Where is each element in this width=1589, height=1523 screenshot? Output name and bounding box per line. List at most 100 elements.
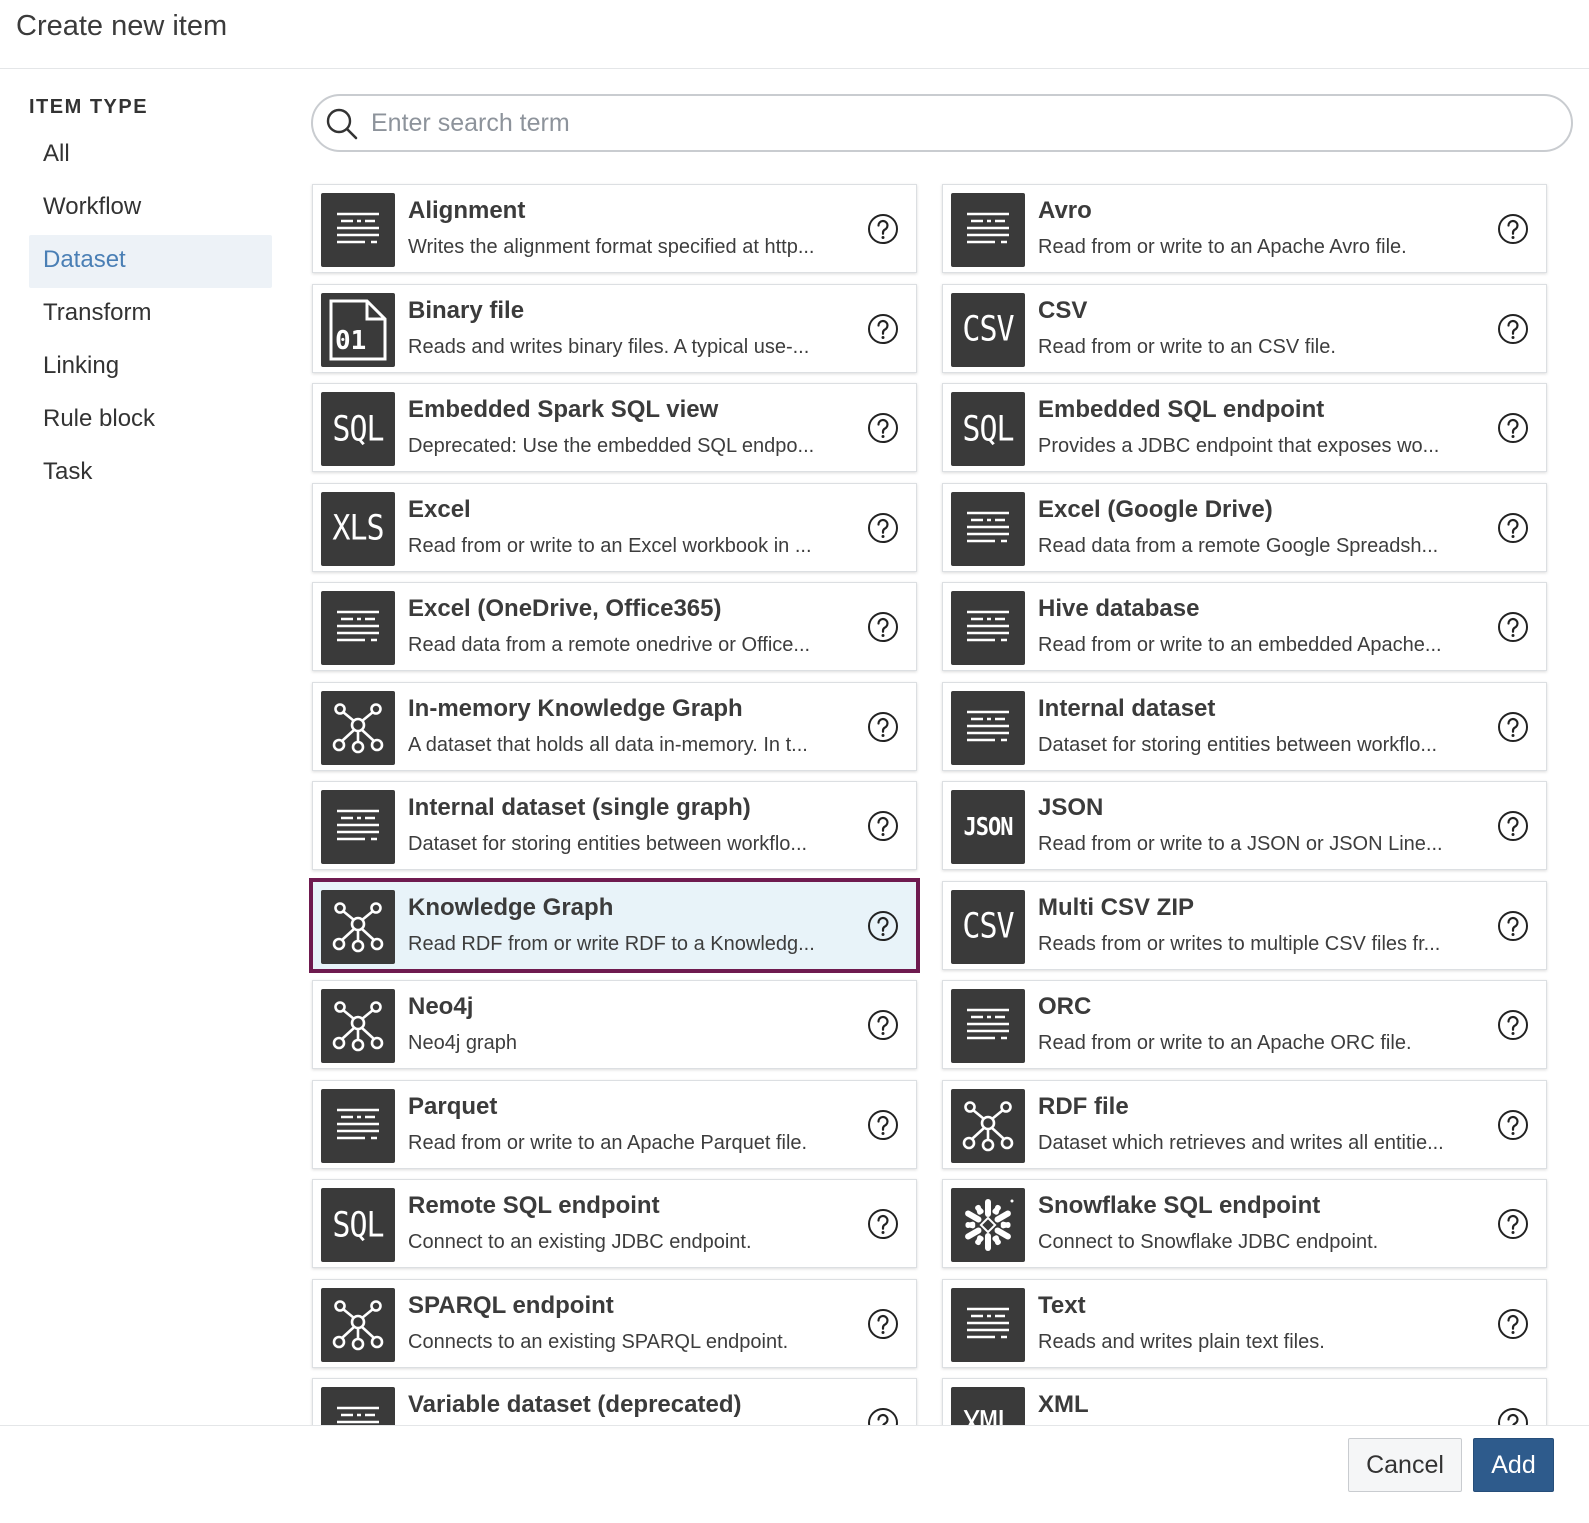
help-icon[interactable] xyxy=(867,412,899,444)
item-description: Dataset for storing entities between wor… xyxy=(408,833,808,855)
item-card-snowflake-sql-endpoint[interactable]: Snowflake SQL endpoint Connect to Snowfla… xyxy=(942,1179,1547,1268)
item-card-text[interactable]: Text Reads and writes plain text files. xyxy=(942,1278,1547,1368)
sidebar-item-all[interactable]: All xyxy=(29,129,272,182)
text-icon: CSV xyxy=(951,292,1025,367)
item-card-multi-csv-zip[interactable]: CSV Multi CSV ZIP Reads from or writes to … xyxy=(942,880,1547,970)
binary-file-icon: 01 xyxy=(321,292,395,367)
item-card-binary-file[interactable]: 01 Binary file Reads and writes binary fil… xyxy=(312,283,917,373)
sidebar-item-dataset[interactable]: Dataset xyxy=(29,235,272,288)
item-description: Read from or write to an Apache Avro fil… xyxy=(1038,236,1407,258)
item-card-hive-database[interactable]: Hive database Read from or write to an em… xyxy=(942,582,1547,671)
icon-label: SQL xyxy=(332,408,384,450)
item-card-orc[interactable]: ORC Read from or write to an Apache ORC f… xyxy=(942,980,1547,1069)
item-description: Dataset for storing entities between wor… xyxy=(1038,733,1438,756)
svg-text:01: 01 xyxy=(335,326,366,356)
item-name: Remote SQL endpoint xyxy=(408,1192,660,1219)
item-card-rdf-file[interactable]: RDF file Dataset which retrieves and writ… xyxy=(942,1079,1547,1169)
search-box xyxy=(311,94,1573,152)
help-icon[interactable] xyxy=(867,810,899,842)
item-name: Neo4j xyxy=(408,993,474,1020)
item-card-remote-sql-endpoint[interactable]: SQL Remote SQL endpoint Connect to an exis… xyxy=(312,1179,917,1268)
item-grid-viewport[interactable]: Alignment Writes the alignment format spe… xyxy=(306,182,1589,1444)
help-icon[interactable] xyxy=(1497,910,1529,942)
sidebar-item-task[interactable]: Task xyxy=(29,447,272,500)
item-card-parquet[interactable]: Parquet Read from or write to an Apache P… xyxy=(312,1079,917,1169)
icon-label: XLS xyxy=(332,508,384,549)
help-icon[interactable] xyxy=(867,1208,899,1240)
item-description: Read RDF from or write RDF to a Knowledg… xyxy=(408,932,815,955)
item-description: Read from or write to an Apache ORC file… xyxy=(1038,1032,1412,1054)
help-icon[interactable] xyxy=(867,611,899,643)
item-description: Read data from a remote onedrive or Offi… xyxy=(408,634,811,656)
icon-label: CSV xyxy=(962,906,1014,947)
help-icon[interactable] xyxy=(1497,1208,1529,1240)
dialog-footer: Cancel Add xyxy=(0,1425,1589,1523)
sidebar-item-transform[interactable]: Transform xyxy=(29,288,272,341)
search-icon xyxy=(326,108,358,140)
search-input[interactable] xyxy=(371,104,1551,142)
item-card-csv[interactable]: CSV CSV Read from or write to an CSV file. xyxy=(942,283,1547,373)
help-icon[interactable] xyxy=(1497,313,1529,345)
help-icon[interactable] xyxy=(1497,412,1529,444)
help-icon[interactable] xyxy=(1497,1109,1529,1141)
cancel-button[interactable]: Cancel xyxy=(1348,1438,1462,1492)
help-icon[interactable] xyxy=(867,1009,899,1041)
item-card-excel[interactable]: XLS Excel Read from or write to an Excel w… xyxy=(312,482,917,572)
help-icon[interactable] xyxy=(867,313,899,345)
help-icon[interactable] xyxy=(867,512,899,544)
sidebar-item-linking[interactable]: Linking xyxy=(29,341,272,394)
help-icon[interactable] xyxy=(1497,1009,1529,1041)
sidebar-item-rule-block[interactable]: Rule block xyxy=(29,394,272,447)
graph-icon xyxy=(321,1287,395,1362)
item-description: Connect to an existing JDBC endpoint. xyxy=(408,1231,752,1253)
help-icon[interactable] xyxy=(1497,213,1529,245)
icon-label: JSON xyxy=(963,812,1014,842)
help-icon[interactable] xyxy=(867,213,899,245)
help-icon[interactable] xyxy=(1497,512,1529,544)
item-name: Avro xyxy=(1038,197,1092,224)
item-card-in-memory-knowledge-graph[interactable]: In-memory Knowledge Graph A dataset that … xyxy=(312,681,917,771)
lines-icon xyxy=(951,1287,1025,1362)
item-description: Reads from or writes to multiple CSV fil… xyxy=(1038,932,1441,955)
item-card-embedded-spark-sql-view[interactable]: SQL Embedded Spark SQL view Deprecated: Us… xyxy=(312,383,917,472)
item-description: Provides a JDBC endpoint that exposes wo… xyxy=(1038,435,1440,457)
item-description: Reads and writes binary files. A typical… xyxy=(408,335,810,358)
item-card-excel-google-drive[interactable]: Excel (Google Drive) Read data from a rem… xyxy=(942,482,1547,572)
help-icon[interactable] xyxy=(867,711,899,743)
item-type-sidebar: ITEM TYPE All Workflow Dataset Transform Lin… xyxy=(29,96,272,500)
lines-icon xyxy=(321,591,395,665)
add-button[interactable]: Add xyxy=(1473,1438,1554,1492)
item-card-avro[interactable]: Avro Read from or write to an Apache Avro… xyxy=(942,184,1547,273)
text-icon: SQL xyxy=(951,392,1025,466)
icon-label: SQL xyxy=(962,408,1014,450)
sidebar-item-workflow[interactable]: Workflow xyxy=(29,182,272,235)
help-icon[interactable] xyxy=(867,1308,899,1340)
item-name: Hive database xyxy=(1038,595,1200,622)
item-description: Read from or write to a JSON or JSON Lin… xyxy=(1038,833,1443,855)
item-card-internal-dataset[interactable]: Internal dataset Dataset for storing enti… xyxy=(942,681,1547,771)
item-card-excel-onedrive-office365[interactable]: Excel (OneDrive, Office365) Read data fro… xyxy=(312,582,917,671)
item-card-json[interactable]: JSON JSON Read from or write to a JSON or … xyxy=(942,781,1547,870)
help-icon[interactable] xyxy=(867,910,899,942)
item-card-internal-dataset-single-graph[interactable]: Internal dataset (single graph) Dataset f… xyxy=(312,781,917,870)
item-card-knowledge-graph[interactable]: Knowledge Graph Read RDF from or write RD… xyxy=(309,877,920,973)
item-description: Deprecated: Use the embedded SQL endpo..… xyxy=(408,435,815,457)
help-icon[interactable] xyxy=(1497,1308,1529,1340)
item-description: A dataset that holds all data in-memory.… xyxy=(408,733,808,756)
item-card-sparql-endpoint[interactable]: SPARQL endpoint Connects to an existing S… xyxy=(312,1278,917,1368)
item-name: Text xyxy=(1038,1291,1086,1319)
item-name: Variable dataset (deprecated) xyxy=(408,1391,742,1418)
item-description: Read from or write to an CSV file. xyxy=(1038,335,1336,358)
lines-icon xyxy=(321,193,395,267)
lines-icon xyxy=(321,790,395,864)
help-icon[interactable] xyxy=(1497,611,1529,643)
item-card-alignment[interactable]: Alignment Writes the alignment format spe… xyxy=(312,184,917,273)
item-name: Parquet xyxy=(408,1092,498,1120)
help-icon[interactable] xyxy=(1497,711,1529,743)
help-icon[interactable] xyxy=(1497,810,1529,842)
item-name: JSON xyxy=(1038,794,1104,821)
item-card-embedded-sql-endpoint[interactable]: SQL Embedded SQL endpoint Provides a JDBC … xyxy=(942,383,1547,472)
help-icon[interactable] xyxy=(867,1109,899,1141)
item-name: Binary file xyxy=(408,296,525,324)
item-card-neo4j[interactable]: Neo4j Neo4j graph xyxy=(312,980,917,1069)
